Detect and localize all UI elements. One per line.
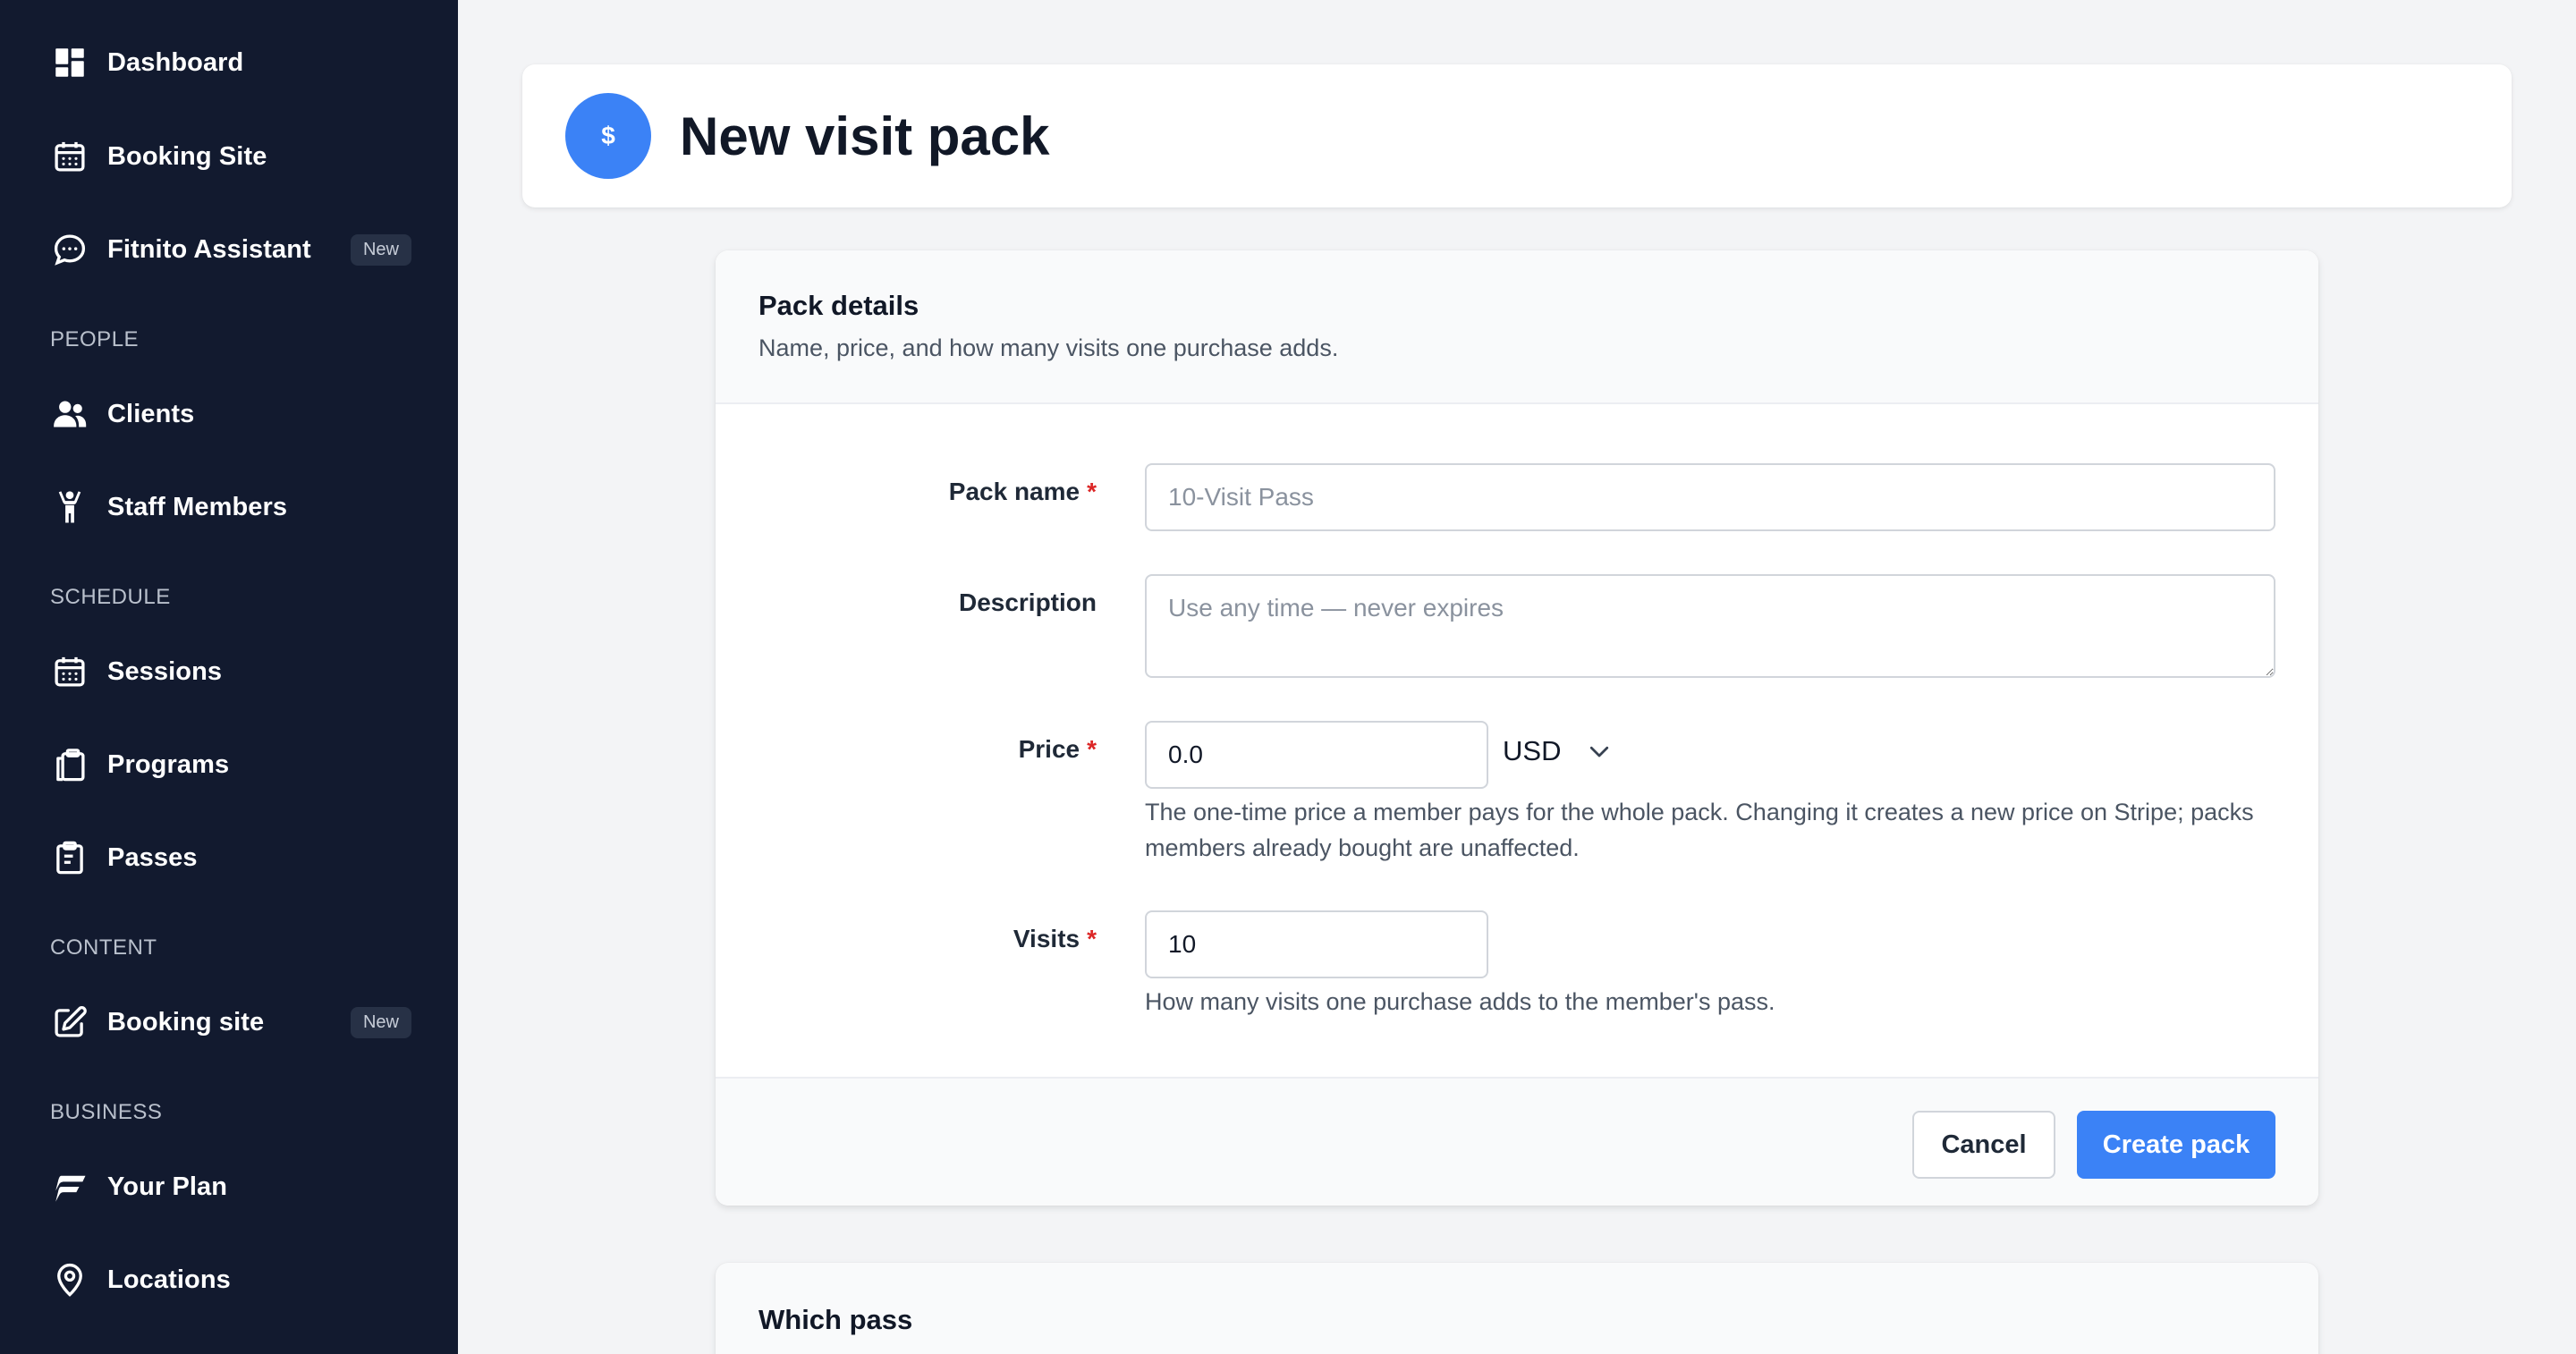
price-help-text: The one-time price a member pays for the… (1145, 799, 2254, 861)
person-icon (50, 487, 89, 527)
sidebar-item-staff-members[interactable]: Staff Members (50, 475, 411, 539)
section-header-schedule: SCHEDULE (50, 585, 171, 609)
sidebar-item-locations[interactable]: Locations (50, 1248, 411, 1312)
sidebar-item-label: Fitnito Assistant (107, 234, 311, 264)
sidebar-item-label: Sessions (107, 656, 223, 686)
sidebar: Dashboard Booking Site Fitnito Assistant… (0, 0, 458, 1354)
sidebar-item-clients[interactable]: Clients (50, 382, 411, 446)
users-icon (50, 394, 89, 434)
required-mark: * (1087, 925, 1097, 952)
new-badge: New (350, 233, 411, 266)
section-header-people: PEOPLE (50, 327, 140, 351)
sidebar-item-booking-site-editor[interactable]: Booking site New (50, 990, 411, 1054)
sidebar-item-booking-site[interactable]: Booking Site (50, 124, 411, 189)
currency-value: USD (1503, 735, 1562, 766)
price-label: Price * (1018, 735, 1097, 763)
dashboard-icon (50, 43, 89, 82)
sidebar-item-label: Clients (107, 399, 195, 428)
sidebar-item-label: Programs (107, 749, 230, 779)
price-input[interactable] (1145, 721, 1488, 789)
sidebar-item-label: Passes (107, 842, 198, 872)
sidebar-item-label: Booking Site (107, 141, 267, 171)
card-title: Pack details (758, 290, 919, 321)
card-footer: Cancel Create pack (716, 1077, 2318, 1206)
visits-label: Visits * (1013, 925, 1097, 952)
description-label: Description (958, 588, 1097, 616)
required-mark: * (1087, 478, 1097, 505)
sidebar-item-passes[interactable]: Passes (50, 825, 411, 890)
page-header: $ New visit pack (522, 64, 2512, 207)
sidebar-item-label: Your Plan (107, 1172, 228, 1201)
section-header-business: BUSINESS (50, 1100, 163, 1124)
sidebar-item-label: Dashboard (107, 47, 244, 77)
map-pin-icon (50, 1260, 89, 1299)
create-pack-button[interactable]: Create pack (2077, 1111, 2275, 1179)
card-title: Which pass (758, 1304, 913, 1335)
card-subtitle: Name, price, and how many visits one pur… (758, 334, 1339, 361)
sidebar-item-label: Booking site (107, 1007, 265, 1037)
sidebar-item-your-plan[interactable]: Your Plan (50, 1155, 411, 1219)
chat-bubble-icon (50, 230, 89, 269)
chevron-down-icon (1590, 746, 1609, 757)
calendar-icon (50, 137, 89, 176)
fitnito-logo-icon (50, 1167, 89, 1206)
calendar-icon (50, 652, 89, 691)
sidebar-item-programs[interactable]: Programs (50, 732, 411, 797)
card-header: Pack details Name, price, and how many v… (716, 250, 2318, 404)
dollar-icon: $ (565, 93, 651, 179)
sidebar-item-sessions[interactable]: Sessions (50, 639, 411, 704)
pack-name-input[interactable] (1145, 463, 2275, 531)
section-header-content: CONTENT (50, 935, 157, 960)
edit-icon (50, 1003, 89, 1042)
clipboard-list-icon (50, 838, 89, 877)
page-title: New visit pack (680, 106, 1050, 166)
pack-details-card: Pack details Name, price, and how many v… (716, 250, 2318, 1206)
visits-help-text: How many visits one purchase adds to the… (1145, 988, 1775, 1015)
visits-input[interactable] (1145, 910, 1488, 978)
which-pass-card: Which pass (716, 1263, 2318, 1354)
pack-name-label: Pack name * (948, 478, 1097, 505)
description-textarea[interactable] (1145, 574, 2275, 678)
required-mark: * (1087, 735, 1097, 763)
clipboard-copy-icon (50, 745, 89, 784)
sidebar-item-label: Locations (107, 1265, 231, 1294)
currency-select[interactable]: USD (1503, 735, 1613, 767)
new-badge: New (350, 1006, 411, 1038)
sidebar-item-label: Staff Members (107, 492, 288, 521)
sidebar-item-dashboard[interactable]: Dashboard (50, 30, 411, 95)
cancel-button[interactable]: Cancel (1912, 1111, 2055, 1179)
sidebar-item-fitnito-assistant[interactable]: Fitnito Assistant New (50, 217, 411, 282)
